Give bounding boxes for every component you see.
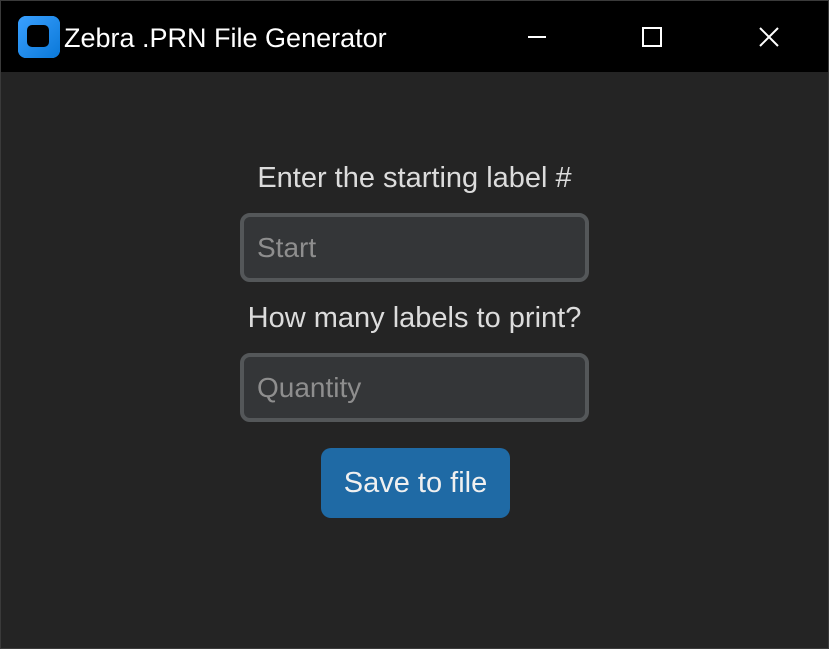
quantity-input[interactable] [240, 353, 589, 422]
maximize-button[interactable] [595, 1, 711, 72]
minimize-button[interactable] [479, 1, 595, 72]
start-label: Enter the starting label # [257, 162, 572, 194]
close-icon [759, 27, 779, 47]
quantity-label: How many labels to print? [247, 302, 582, 334]
window-title: Zebra .PRN File Generator [64, 23, 387, 53]
app-icon [18, 16, 60, 58]
save-to-file-button[interactable]: Save to file [321, 448, 510, 518]
maximize-icon [642, 27, 662, 47]
main-content: Enter the starting label # How many labe… [1, 72, 828, 648]
title-bar[interactable]: Zebra .PRN File Generator [1, 1, 828, 72]
app-window: Zebra .PRN File Generator Enter the star… [0, 0, 829, 649]
close-button[interactable] [711, 1, 827, 72]
minimize-icon [528, 36, 546, 38]
start-input[interactable] [240, 213, 589, 282]
